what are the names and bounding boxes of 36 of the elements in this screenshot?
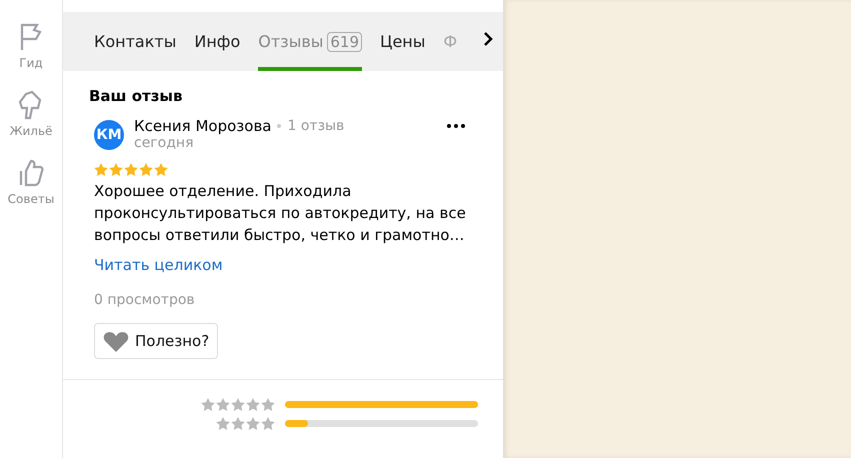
tab[interactable]: Контакты — [94, 12, 176, 71]
dot-separator — [277, 124, 282, 128]
sidebar-label[interactable]: Советы — [8, 192, 54, 206]
star-icon — [216, 417, 230, 430]
tab[interactable]: Цены — [380, 12, 426, 71]
tab[interactable]: Отзывы 619 — [258, 12, 362, 71]
star-icon — [261, 417, 275, 430]
star-icon — [124, 163, 138, 176]
star-icon — [231, 398, 245, 411]
star-icon — [139, 163, 153, 176]
sidebar-label[interactable]: Жильё — [10, 124, 52, 138]
views-count: 0 просмотров — [94, 292, 196, 308]
thumbs-up-icon[interactable] — [18, 158, 44, 188]
review-date: сегодня — [134, 135, 194, 151]
pin-icon[interactable] — [18, 90, 44, 120]
count-badge: 619 — [327, 32, 362, 52]
review-text: Хорошее отделение. Приходила проконсультироваться по автокредиту, на все вопросы ответили быстро, четко и грамотно… — [94, 181, 467, 246]
star-icon — [216, 398, 230, 411]
avatar: КМ — [94, 120, 124, 150]
star-icon — [261, 398, 275, 411]
section-title: Ваш отзыв — [89, 87, 184, 105]
star-icon — [246, 417, 260, 430]
sidebar-label[interactable]: Гид — [19, 56, 43, 70]
star-icon — [246, 398, 260, 411]
read-more-link[interactable]: Читать целиком — [94, 256, 472, 274]
flag-icon[interactable] — [18, 22, 44, 52]
heart-icon — [103, 330, 129, 352]
star-icon — [109, 163, 123, 176]
author-name[interactable]: Ксения Морозова — [134, 117, 272, 135]
star-icon — [201, 398, 215, 411]
useful-button[interactable]: Полезно? — [94, 323, 218, 359]
review-count: 1 отзыв — [287, 118, 344, 134]
tab[interactable]: Инфо — [194, 12, 240, 71]
star-icon — [154, 163, 168, 176]
star-icon — [94, 163, 108, 176]
star-icon — [231, 417, 245, 430]
